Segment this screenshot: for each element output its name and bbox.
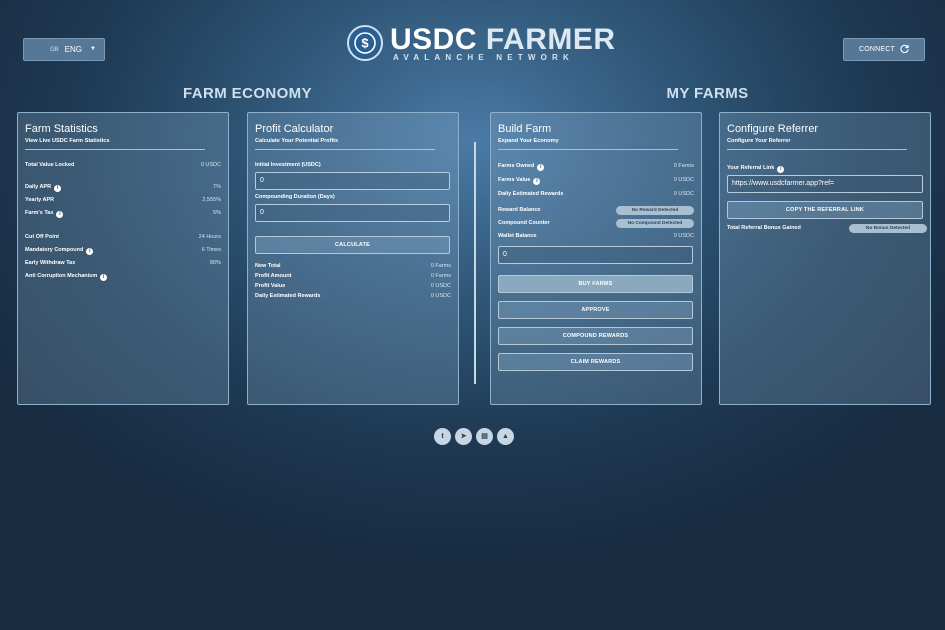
profit-amount-row: Profit Amount 0 Farms (255, 273, 451, 279)
avalanche-icon[interactable]: ▲ (497, 428, 514, 445)
refresh-icon (900, 44, 909, 55)
section-divider (474, 142, 476, 384)
twitter-icon[interactable]: t (434, 428, 451, 445)
early-withdraw-row: Early Withdraw Tax 80% (25, 260, 221, 266)
daily-rewards-row: Daily Estimated Rewards 0 USDC (255, 293, 451, 299)
referral-bonus-row: Total Referral Bonus Gained No Bonus Dete… (727, 224, 927, 237)
mandatory-compound-row: Mandatory Compound i 6 Times (25, 247, 221, 255)
reward-balance-badge: No Reward Detected (616, 206, 694, 215)
farm-economy-heading: FARM ECONOMY (183, 85, 312, 102)
yearly-apr-row: Yearly APR 2,555% (25, 197, 221, 203)
approve-button[interactable]: APPROVE (498, 301, 693, 319)
compound-counter-row: Compound Counter No Compound Detected (498, 219, 694, 233)
info-icon[interactable]: i (54, 185, 62, 192)
panel-title: Configure Referrer (727, 123, 819, 135)
duration-input[interactable]: 0 (255, 204, 450, 222)
calculate-button[interactable]: CALCULATE (255, 236, 450, 254)
profit-value-row: Profit Value 0 USDC (255, 283, 451, 289)
duration-label: Compounding Duration (Days) (255, 194, 335, 200)
buy-farms-button[interactable]: BUY FARMS (498, 275, 693, 293)
telegram-icon[interactable]: ➤ (455, 428, 472, 445)
claim-rewards-button[interactable]: CLAIM REWARDS (498, 353, 693, 371)
language-value: ENG (64, 45, 83, 54)
panel-subtitle: Calculate Your Potential Profits (255, 138, 435, 150)
configure-referrer-panel: Configure Referrer Configure Your Referr… (719, 112, 931, 405)
farm-statistics-panel: Farm Statistics View Live USDC Farm Stat… (17, 112, 229, 405)
docs-icon[interactable]: ▤ (476, 428, 493, 445)
logo: $ USDC FARMER AVALANCHE NETWORK (347, 23, 615, 65)
panel-title: Build Farm (498, 123, 552, 135)
language-select[interactable]: GB ENG ▼ (23, 38, 105, 61)
dollar-coin-icon: $ (347, 25, 383, 61)
panel-subtitle: Configure Your Referrer (727, 138, 907, 150)
panel-title: Profit Calculator (255, 123, 334, 135)
panel-subtitle: View Live USDC Farm Statistics (25, 138, 205, 150)
referral-bonus-badge: No Bonus Detected (849, 224, 927, 233)
investment-input[interactable]: 0 (255, 172, 450, 190)
info-icon[interactable]: i (533, 178, 541, 185)
connect-button[interactable]: CONNECT (843, 38, 925, 61)
farms-value-row: Farms Value i 0 USDC (498, 177, 694, 185)
flag-icon: GB (50, 46, 59, 53)
amount-input[interactable]: 0 (498, 246, 693, 264)
farms-owned-row: Farms Owned i 0 Farms (498, 163, 694, 171)
compound-counter-badge: No Compound Detected (616, 219, 694, 228)
info-icon[interactable]: i (100, 274, 108, 281)
wallet-balance-row: Wallet Balance 0 USDC (498, 233, 694, 239)
daily-apr-row: Daily APR i 7% (25, 184, 221, 192)
my-farms-heading: MY FARMS (666, 85, 749, 102)
panel-title: Farm Statistics (25, 123, 98, 135)
cutoff-row: Cut Off Point 24 Hours (25, 234, 221, 240)
referral-link-input[interactable]: https://www.usdcfarmer.app?ref= (727, 175, 923, 193)
profit-calculator-panel: Profit Calculator Calculate Your Potenti… (247, 112, 459, 405)
new-total-row: New Total 0 Farms (255, 263, 451, 269)
copy-referral-link-button[interactable]: COPY THE REFERRAL LINK (727, 201, 923, 219)
farm-tax-row: Farm's Tax i 5% (25, 210, 221, 218)
caret-down-icon: ▼ (90, 46, 96, 52)
build-farm-panel: Build Farm Expand Your Economy Farms Own… (490, 112, 702, 405)
svg-text:$: $ (361, 36, 369, 51)
connect-label: CONNECT (858, 46, 895, 53)
logo-subtitle: AVALANCHE NETWORK (393, 53, 574, 62)
tvl-row: Total Value Locked 0 USDC (25, 162, 221, 168)
info-icon[interactable]: i (777, 166, 785, 173)
investment-label: Initial Investment (USDC) (255, 162, 321, 168)
anti-corruption-row: Anti Corruption Mechanism i (25, 273, 221, 283)
info-icon[interactable]: i (86, 248, 94, 255)
compound-rewards-button[interactable]: COMPOUND REWARDS (498, 327, 693, 345)
info-icon[interactable]: i (56, 211, 64, 218)
daily-rewards-row: Daily Estimated Rewards 0 USDC (498, 191, 694, 197)
panel-subtitle: Expand Your Economy (498, 138, 678, 150)
info-icon[interactable]: i (537, 164, 545, 171)
referral-link-label: Your Referral Link i (727, 165, 923, 175)
logo-title: USDC FARMER (390, 23, 616, 56)
